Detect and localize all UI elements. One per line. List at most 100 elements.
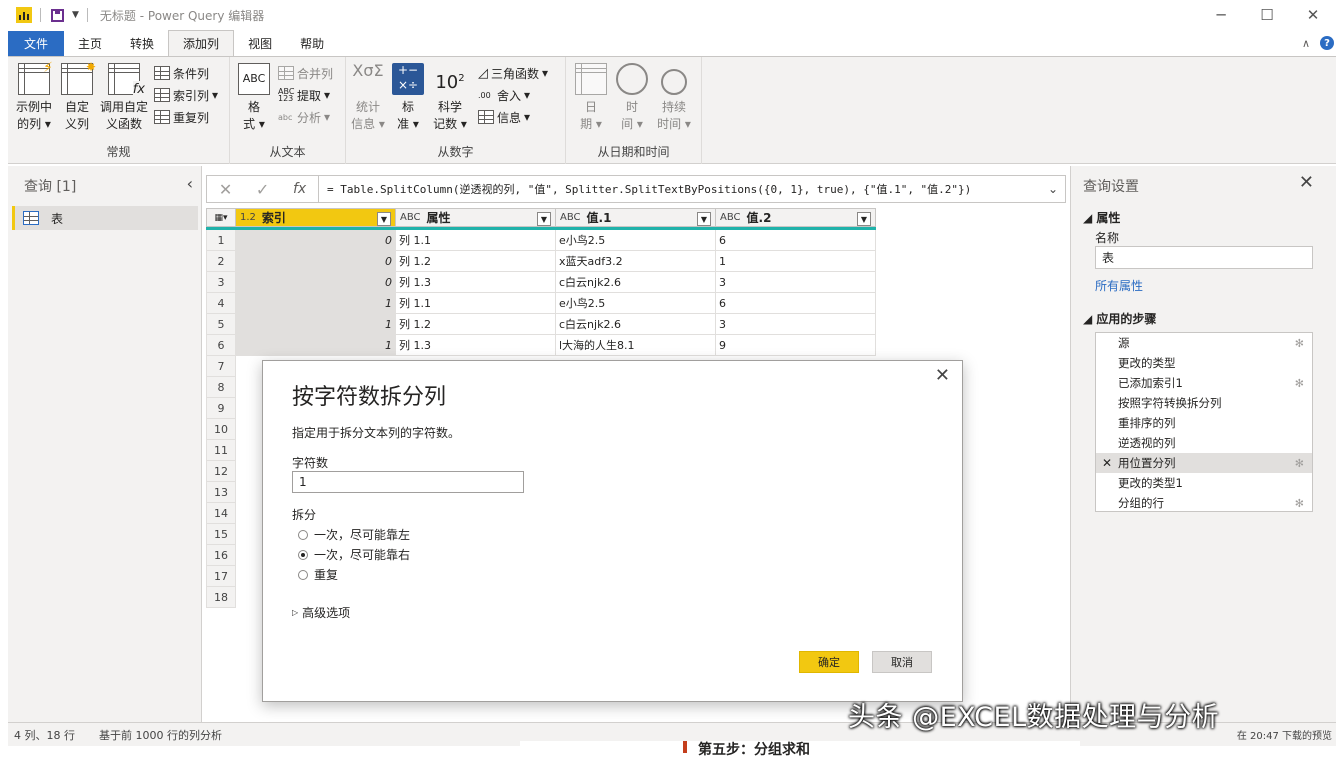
table-cell[interactable]: 列 1.2 bbox=[396, 251, 556, 272]
table-cell[interactable]: 9 bbox=[716, 335, 876, 356]
close-dialog-icon[interactable]: ✕ bbox=[935, 365, 950, 386]
table-cell[interactable]: 1 bbox=[236, 293, 396, 314]
close-window-icon[interactable]: ✕ bbox=[1290, 0, 1336, 30]
filter-dropdown-icon[interactable]: ▼ bbox=[697, 212, 711, 226]
collapse-ribbon-icon[interactable]: ∧ bbox=[1302, 37, 1310, 50]
tab-add-column[interactable]: 添加列 bbox=[168, 30, 235, 56]
duration-button[interactable]: 持续 时间 ▾ bbox=[656, 63, 692, 133]
ok-button[interactable]: 确定 bbox=[799, 651, 859, 673]
row-number[interactable]: 9 bbox=[206, 398, 236, 419]
step-item[interactable]: 已添加索引1 ✻ bbox=[1096, 373, 1312, 393]
radio-left[interactable]: 一次，尽可能靠左 bbox=[298, 526, 410, 543]
table-row[interactable]: 30列 1.3 c白云njk2.6 3 bbox=[206, 272, 876, 293]
row-number[interactable]: 17 bbox=[206, 566, 236, 587]
standard-button[interactable]: +− ×÷ 标 准 ▾ bbox=[392, 63, 424, 133]
table-cell[interactable]: e小鸟2.5 bbox=[556, 230, 716, 251]
radio-button[interactable] bbox=[298, 569, 308, 580]
table-cell[interactable]: 3 bbox=[716, 272, 876, 293]
index-column-button[interactable]: 索引列 ▾ bbox=[154, 85, 218, 105]
formula-text[interactable]: = Table.SplitColumn(逆透视的列, "值", Splitter… bbox=[319, 181, 1041, 197]
chars-input[interactable]: 1 bbox=[292, 471, 524, 493]
row-number[interactable]: 1 bbox=[206, 230, 236, 251]
gear-icon[interactable]: ✻ bbox=[1295, 457, 1304, 470]
column-header[interactable]: ABC 值.1 ▼ bbox=[556, 208, 716, 227]
all-properties-link[interactable]: 所有属性 bbox=[1095, 277, 1143, 294]
duplicate-column-button[interactable]: 重复列 bbox=[154, 107, 209, 127]
collapse-pane-icon[interactable]: ‹ bbox=[187, 174, 193, 193]
advanced-options-toggle[interactable]: ▷ 高级选项 bbox=[292, 604, 350, 621]
date-button[interactable]: 日 期 ▾ bbox=[574, 63, 608, 133]
extract-button[interactable]: ABC 123 提取 ▾ bbox=[278, 85, 330, 105]
table-cell[interactable]: c白云njk2.6 bbox=[556, 314, 716, 335]
radio-repeat[interactable]: 重复 bbox=[298, 566, 338, 583]
table-cell[interactable]: 1 bbox=[236, 314, 396, 335]
table-row[interactable]: 61列 1.3 l大海的人生8.1 9 bbox=[206, 335, 876, 356]
row-number[interactable]: 5 bbox=[206, 314, 236, 335]
merge-columns-button[interactable]: 合并列 bbox=[278, 63, 333, 83]
row-number[interactable]: 3 bbox=[206, 272, 236, 293]
cancel-button[interactable]: 取消 bbox=[872, 651, 932, 673]
row-number[interactable]: 15 bbox=[206, 524, 236, 545]
query-name-input[interactable]: 表 bbox=[1095, 246, 1313, 269]
statistics-button[interactable]: XσΣ 统计 信息 ▾ bbox=[350, 63, 386, 133]
scientific-button[interactable]: 102 科学 记数 ▾ bbox=[430, 63, 470, 133]
custom-column-button[interactable]: ✸ 自定 义列 bbox=[60, 60, 96, 133]
column-header[interactable]: ABC 值.2 ▼ bbox=[716, 208, 876, 227]
table-menu-icon[interactable]: ▦▾ bbox=[206, 208, 236, 227]
step-item[interactable]: 按照字符转换拆分列 bbox=[1096, 393, 1312, 413]
row-number[interactable]: 8 bbox=[206, 377, 236, 398]
fx-icon[interactable]: fx bbox=[293, 181, 306, 197]
table-cell[interactable]: 列 1.1 bbox=[396, 293, 556, 314]
filter-dropdown-icon[interactable]: ▼ bbox=[377, 212, 391, 226]
step-item[interactable]: 更改的类型 bbox=[1096, 353, 1312, 373]
column-from-examples-button[interactable]: ⚡ 示例中 的列 ▾ bbox=[12, 60, 56, 133]
table-cell[interactable]: c白云njk2.6 bbox=[556, 272, 716, 293]
delete-step-icon[interactable]: ✕ bbox=[1102, 456, 1112, 470]
row-number[interactable]: 12 bbox=[206, 461, 236, 482]
close-settings-icon[interactable]: ✕ bbox=[1299, 172, 1314, 193]
table-cell[interactable]: 列 1.1 bbox=[396, 230, 556, 251]
step-item[interactable]: 更改的类型1 bbox=[1096, 473, 1312, 493]
step-item[interactable]: 分组的行 ✻ bbox=[1096, 493, 1312, 513]
radio-button-selected[interactable] bbox=[298, 549, 308, 560]
filter-dropdown-icon[interactable]: ▼ bbox=[857, 212, 871, 226]
minimize-icon[interactable]: ─ bbox=[1198, 0, 1244, 30]
step-item[interactable]: 重排序的列 bbox=[1096, 413, 1312, 433]
table-cell[interactable]: 0 bbox=[236, 251, 396, 272]
table-cell[interactable]: 列 1.3 bbox=[396, 335, 556, 356]
expand-formula-icon[interactable]: ⌄ bbox=[1041, 182, 1065, 196]
tab-file[interactable]: 文件 bbox=[8, 31, 65, 56]
table-cell[interactable]: 6 bbox=[716, 230, 876, 251]
table-cell[interactable]: 列 1.3 bbox=[396, 272, 556, 293]
radio-right[interactable]: 一次，尽可能靠右 bbox=[298, 546, 410, 563]
row-number[interactable]: 14 bbox=[206, 503, 236, 524]
parse-button[interactable]: abc 分析 ▾ bbox=[278, 107, 330, 127]
table-cell[interactable]: 3 bbox=[716, 314, 876, 335]
query-item[interactable]: 表 bbox=[12, 206, 198, 230]
table-cell[interactable]: e小鸟2.5 bbox=[556, 293, 716, 314]
format-button[interactable]: ABC 格 式 ▾ bbox=[236, 63, 272, 133]
table-row[interactable]: 20列 1.2 x蓝天adf3.2 1 bbox=[206, 251, 876, 272]
table-cell[interactable]: 6 bbox=[716, 293, 876, 314]
table-cell[interactable]: 0 bbox=[236, 272, 396, 293]
row-number[interactable]: 13 bbox=[206, 482, 236, 503]
row-number[interactable]: 7 bbox=[206, 356, 236, 377]
table-cell[interactable]: 0 bbox=[236, 230, 396, 251]
row-number[interactable]: 2 bbox=[206, 251, 236, 272]
row-number[interactable]: 6 bbox=[206, 335, 236, 356]
radio-button[interactable] bbox=[298, 529, 308, 540]
conditional-column-button[interactable]: 条件列 bbox=[154, 63, 209, 83]
rounding-button[interactable]: .00 舍入 ▾ bbox=[478, 85, 530, 105]
trigonometry-button[interactable]: ◿ 三角函数 ▾ bbox=[478, 63, 548, 83]
table-cell[interactable]: 1 bbox=[236, 335, 396, 356]
help-icon[interactable]: ? bbox=[1320, 36, 1334, 50]
tab-transform[interactable]: 转换 bbox=[116, 31, 168, 56]
row-number[interactable]: 4 bbox=[206, 293, 236, 314]
table-cell[interactable]: 列 1.2 bbox=[396, 314, 556, 335]
maximize-icon[interactable]: ☐ bbox=[1244, 0, 1290, 30]
step-item-selected[interactable]: ✕ 用位置分列 ✻ bbox=[1096, 453, 1312, 473]
table-row[interactable]: 51列 1.2 c白云njk2.6 3 bbox=[206, 314, 876, 335]
gear-icon[interactable]: ✻ bbox=[1295, 337, 1304, 350]
time-button[interactable]: 时 间 ▾ bbox=[616, 63, 648, 133]
invoke-custom-function-button[interactable]: fx 调用自定 义函数 bbox=[98, 63, 150, 133]
